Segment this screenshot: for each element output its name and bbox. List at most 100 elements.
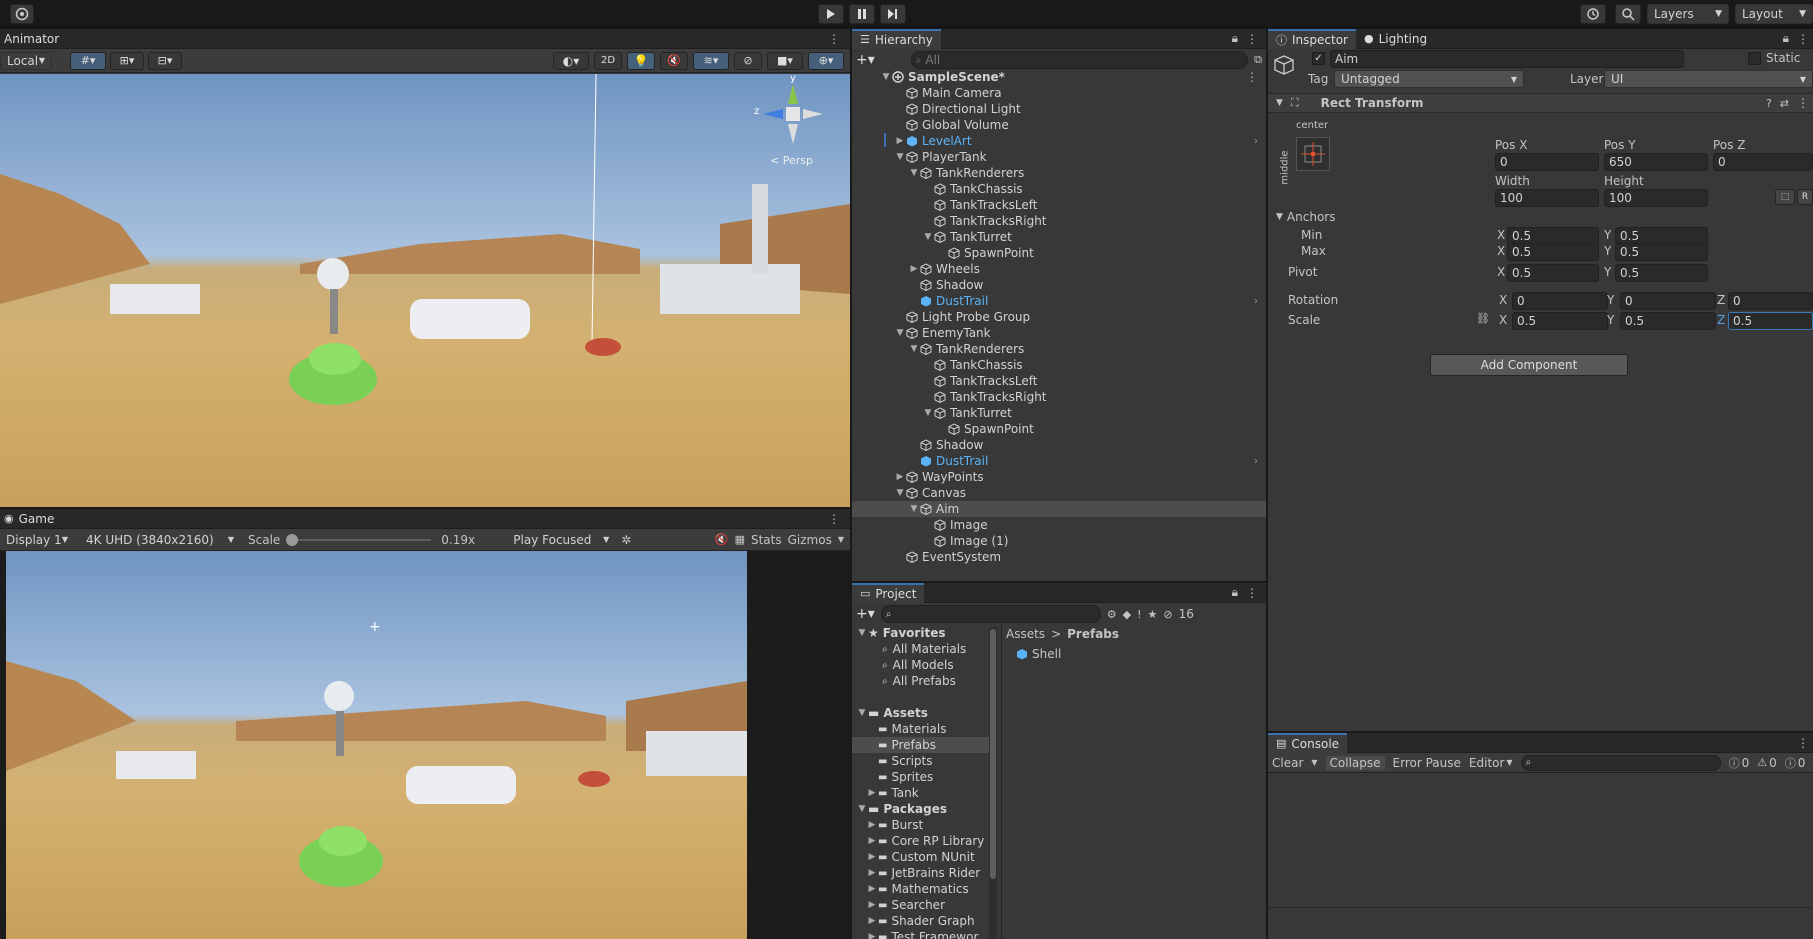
- display-dropdown[interactable]: Display 1 ▼: [0, 530, 74, 549]
- expand-right-icon[interactable]: ▶: [866, 836, 878, 846]
- hierarchy-item[interactable]: ▶ Wheels: [852, 261, 1266, 277]
- warning-icon[interactable]: !: [1137, 608, 1141, 621]
- rotation-x-field[interactable]: 0: [1512, 292, 1608, 310]
- expand-down-icon[interactable]: ▼: [894, 152, 906, 162]
- hierarchy-item[interactable]: ▶ WayPoints: [852, 469, 1266, 485]
- expand-right-icon[interactable]: ▶: [866, 884, 878, 894]
- hierarchy-item[interactable]: SpawnPoint: [852, 421, 1266, 437]
- camera-button[interactable]: ■▾: [767, 51, 803, 70]
- editor-dropdown[interactable]: Editor: [1469, 756, 1505, 770]
- scene-visibility-icon[interactable]: ⧉: [1254, 53, 1262, 67]
- shading-mode-button[interactable]: ◐▾: [553, 51, 589, 70]
- mode-2d-button[interactable]: 2D: [594, 51, 622, 70]
- expand-down-icon[interactable]: ▼: [922, 408, 934, 418]
- breadcrumb-prefabs[interactable]: Prefabs: [1067, 627, 1119, 641]
- scale-y-field[interactable]: 0.5: [1620, 312, 1716, 330]
- pivot-x-field[interactable]: 0.5: [1507, 264, 1599, 282]
- warning-icon[interactable]: ⚠: [1757, 756, 1767, 769]
- speaker-mute-icon[interactable]: 🔇: [715, 533, 729, 546]
- expand-right-icon[interactable]: ▶: [866, 932, 878, 939]
- rotation-y-field[interactable]: 0: [1620, 292, 1716, 310]
- static-checkbox[interactable]: [1748, 52, 1761, 65]
- clear-button[interactable]: Clear: [1272, 756, 1303, 770]
- hierarchy-item[interactable]: DustTrail ›: [852, 453, 1266, 469]
- expand-right-icon[interactable]: ▶: [894, 136, 906, 146]
- package-item[interactable]: ▶ ▬ Test Framewor: [866, 929, 979, 939]
- expand-right-icon[interactable]: ▶: [894, 472, 906, 482]
- pos-y-field[interactable]: 650: [1604, 153, 1708, 171]
- scale-z-field[interactable]: 0.5: [1728, 312, 1813, 330]
- hierarchy-item[interactable]: Main Camera: [852, 85, 1266, 101]
- pause-button[interactable]: [849, 4, 875, 24]
- resolution-dropdown[interactable]: 4K UHD (3840x2160) ▼: [80, 530, 240, 549]
- hierarchy-item[interactable]: Global Volume: [852, 117, 1266, 133]
- tab-game[interactable]: ◉ Game: [0, 509, 62, 529]
- hierarchy-item[interactable]: ▼ Canvas: [852, 485, 1266, 501]
- hierarchy-item[interactable]: TankTracksRight: [852, 389, 1266, 405]
- hierarchy-item[interactable]: ▼ TankRenderers: [852, 165, 1266, 181]
- asset-folder-item[interactable]: ▬ Scripts: [852, 753, 989, 769]
- play-mode-dropdown[interactable]: Play Focused ▼: [507, 530, 616, 549]
- bug-icon[interactable]: ✲: [621, 533, 631, 547]
- audio-toggle[interactable]: 🔇: [660, 51, 688, 70]
- scale-x-field[interactable]: 0.5: [1512, 312, 1608, 330]
- game-viewport[interactable]: +: [6, 551, 747, 939]
- lock-icon[interactable]: 🔒︎: [1783, 31, 1789, 46]
- hierarchy-item[interactable]: ▼ EnemyTank: [852, 325, 1266, 341]
- label-icon[interactable]: ◆: [1123, 608, 1131, 621]
- height-field[interactable]: 100: [1604, 189, 1708, 207]
- assets-header[interactable]: ▼ ▬ Assets: [856, 705, 928, 721]
- hierarchy-item[interactable]: TankChassis: [852, 357, 1266, 373]
- expand-right-icon[interactable]: ▶: [866, 820, 878, 830]
- help-icon[interactable]: ?: [1766, 97, 1772, 110]
- console-search-input[interactable]: ⌕: [1520, 754, 1721, 771]
- more-icon[interactable]: ⋮: [1246, 70, 1258, 84]
- tab-console[interactable]: ▤ Console: [1268, 732, 1348, 753]
- hierarchy-item[interactable]: TankTracksLeft: [852, 197, 1266, 213]
- error-pause-toggle[interactable]: Error Pause: [1393, 756, 1461, 770]
- package-item[interactable]: ▶ ▬ Custom NUnit: [866, 849, 975, 865]
- add-button[interactable]: +▾: [856, 52, 875, 68]
- constrain-proportions-icon[interactable]: ⛓: [1476, 312, 1490, 325]
- expand-down-icon[interactable]: ▼: [894, 488, 906, 498]
- chevron-down-icon[interactable]: ▼: [838, 535, 844, 544]
- package-item[interactable]: ▶ ▬ Shader Graph: [866, 913, 975, 929]
- stats-button[interactable]: Stats: [751, 533, 782, 547]
- layout-dropdown[interactable]: Layout ▼: [1735, 4, 1813, 24]
- scale-slider[interactable]: [286, 533, 432, 547]
- hierarchy-item[interactable]: Directional Light: [852, 101, 1266, 117]
- hierarchy-item[interactable]: ▼ Aim: [852, 501, 1266, 517]
- asset-folder-item[interactable]: ▶ ▬ Tank: [852, 785, 989, 801]
- favorite-item[interactable]: ⌕ All Models: [882, 657, 954, 673]
- folder-tree-scrollbar[interactable]: [989, 627, 997, 939]
- expand-down-icon[interactable]: ▼: [908, 504, 920, 514]
- error-icon[interactable]: ⓘ: [1785, 755, 1796, 771]
- pivot-y-field[interactable]: 0.5: [1615, 264, 1708, 282]
- expand-down-icon[interactable]: ▼: [908, 344, 920, 354]
- lock-icon[interactable]: 🔒︎: [1232, 585, 1238, 600]
- hierarchy-item[interactable]: Image: [852, 517, 1266, 533]
- chevron-down-icon[interactable]: ▼: [1506, 758, 1512, 767]
- hierarchy-item[interactable]: ▼ PlayerTank: [852, 149, 1266, 165]
- hierarchy-item[interactable]: TankTracksLeft: [852, 373, 1266, 389]
- history-button[interactable]: [1580, 4, 1606, 24]
- breadcrumb-assets[interactable]: Assets: [1006, 627, 1045, 641]
- hierarchy-item[interactable]: TankChassis: [852, 181, 1266, 197]
- layer-dropdown[interactable]: UI ▼: [1604, 70, 1813, 88]
- hierarchy-item[interactable]: Shadow: [852, 437, 1266, 453]
- effects-toggle[interactable]: ≋▾: [693, 51, 729, 70]
- asset-folder-item[interactable]: ▬ Materials: [852, 721, 989, 737]
- more-icon[interactable]: ⋮: [1797, 736, 1809, 750]
- chevron-right-icon[interactable]: ›: [1254, 136, 1258, 147]
- hierarchy-item[interactable]: EventSystem: [852, 549, 1266, 565]
- expand-right-icon[interactable]: ▶: [866, 916, 878, 926]
- asset-folder-item[interactable]: ▬ Prefabs: [852, 737, 989, 753]
- favorite-item[interactable]: ⌕ All Materials: [882, 641, 966, 657]
- packages-header[interactable]: ▼ ▬ Packages: [856, 801, 947, 817]
- slider-handle[interactable]: [286, 533, 299, 546]
- tag-dropdown[interactable]: Untagged ▼: [1334, 70, 1524, 88]
- grid-icon[interactable]: ▦: [735, 533, 745, 546]
- package-item[interactable]: ▶ ▬ Searcher: [866, 897, 945, 913]
- projection-label[interactable]: < Persp: [770, 154, 813, 167]
- project-search-input[interactable]: ⌕: [880, 605, 1101, 623]
